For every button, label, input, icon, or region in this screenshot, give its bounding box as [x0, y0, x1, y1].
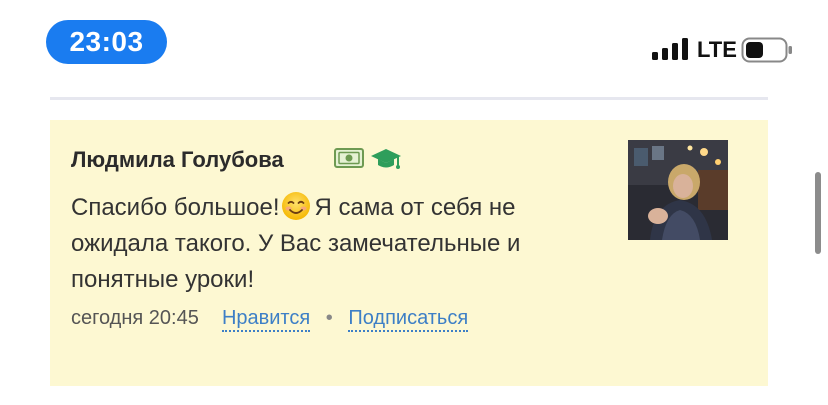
divider [50, 97, 768, 100]
comment-text-start: Спасибо большое! [71, 194, 280, 221]
comment-timestamp: сегодня 20:45 [71, 307, 199, 329]
smile-icon [281, 192, 310, 220]
money-icon [334, 148, 364, 168]
status-time: 23:03 [46, 20, 167, 64]
like-link[interactable]: Нравится [221, 307, 311, 332]
signal-bars-icon [652, 38, 688, 60]
scrollbar[interactable] [815, 172, 821, 254]
comment-card: Людмила Голубова Спасибо большое! Я сама… [50, 120, 768, 386]
graduation-cap-icon [371, 149, 401, 169]
network-label: LTE [697, 37, 737, 62]
battery-icon [741, 37, 792, 63]
comment-text: Спасибо большое! Я сама от себя не ожида… [71, 190, 611, 298]
comment-meta: сегодня 20:45 Нравится • Подписаться [71, 304, 469, 332]
status-bar: 23:03 LTE [0, 0, 828, 90]
meta-separator: • [325, 307, 333, 329]
author-name[interactable]: Людмила Голубова [71, 145, 284, 175]
avatar[interactable] [628, 140, 728, 240]
subscribe-link[interactable]: Подписаться [348, 307, 469, 332]
